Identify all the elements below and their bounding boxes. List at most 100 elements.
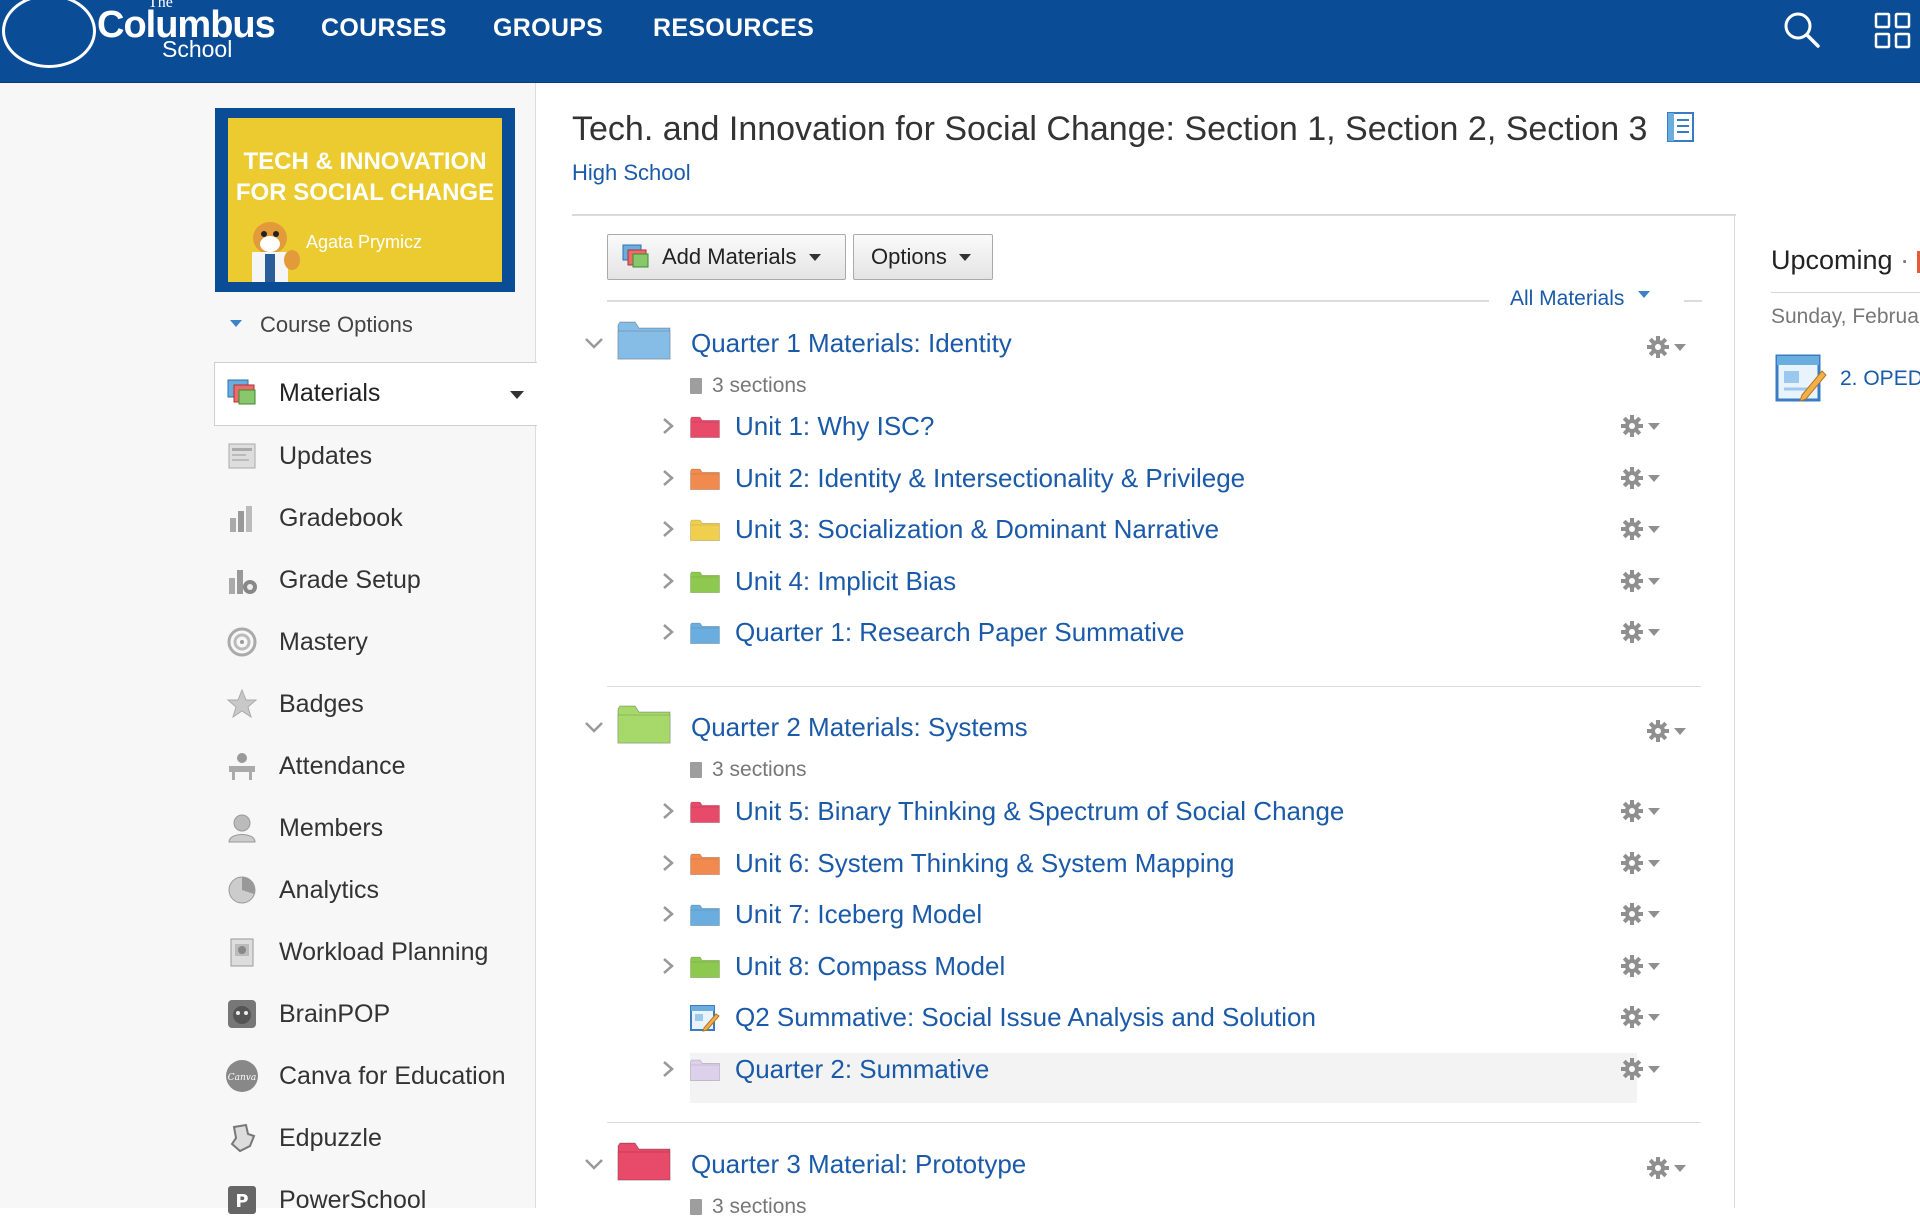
- sidebar-item-mastery[interactable]: Mastery: [225, 622, 368, 662]
- expand-chevron-right-icon[interactable]: [662, 623, 674, 641]
- unit-settings-gear-icon[interactable]: [1620, 1004, 1664, 1030]
- course-options-menu[interactable]: Course Options: [230, 312, 413, 338]
- expand-chevron-right-icon[interactable]: [662, 469, 674, 487]
- collapse-chevron-down-icon[interactable]: [584, 336, 603, 352]
- school-logo[interactable]: The Columbus School: [0, 0, 276, 82]
- upcoming-divider: [1771, 292, 1920, 293]
- unit-settings-gear-icon[interactable]: [1620, 798, 1664, 824]
- filter-caret-icon: [1638, 290, 1651, 298]
- assignment-icon: [1775, 354, 1827, 402]
- all-materials-filter[interactable]: All Materials: [1510, 287, 1651, 311]
- sidebar-item-members[interactable]: Members: [225, 808, 383, 848]
- expand-chevron-right-icon[interactable]: [662, 854, 674, 872]
- unit-title-link[interactable]: Quarter 1: Research Paper Summative: [735, 617, 1184, 648]
- sidebar-item-materials[interactable]: Materials: [225, 373, 380, 413]
- sidebar-item-updates[interactable]: Updates: [225, 436, 372, 476]
- unit-settings-gear-icon[interactable]: [1620, 568, 1664, 594]
- edpuzzle-icon: [225, 1121, 259, 1155]
- workload-planning-icon: [225, 935, 259, 969]
- brainpop-icon: [225, 997, 259, 1031]
- svg-text:P: P: [235, 1191, 248, 1212]
- nav-resources[interactable]: RESOURCES: [653, 14, 814, 43]
- upcoming-calendar-icon[interactable]: [1916, 250, 1920, 273]
- expand-chevron-right-icon[interactable]: [662, 802, 674, 820]
- sections-doc-icon: [690, 1199, 702, 1215]
- sidebar-item-gradebook[interactable]: Gradebook: [225, 498, 403, 538]
- add-materials-button[interactable]: Add Materials: [607, 234, 846, 280]
- powerschool-icon: P: [225, 1183, 259, 1217]
- unit-title-link[interactable]: Unit 2: Identity & Intersectionality & P…: [735, 463, 1245, 494]
- notebook-icon[interactable]: [1663, 110, 1697, 144]
- unit-settings-gear-icon[interactable]: [1620, 901, 1664, 927]
- unit-settings-gear-icon[interactable]: [1620, 516, 1664, 542]
- sidebar-item-analytics[interactable]: Analytics: [225, 870, 379, 910]
- quarter-settings-gear-icon[interactable]: [1646, 718, 1690, 744]
- unit-title-link[interactable]: Q2 Summative: Social Issue Analysis and …: [735, 1002, 1316, 1033]
- tiger-mascot-icon: [252, 222, 300, 282]
- unit-title-link[interactable]: Unit 5: Binary Thinking & Spectrum of So…: [735, 796, 1344, 827]
- expand-chevron-right-icon[interactable]: [662, 572, 674, 590]
- expand-chevron-right-icon[interactable]: [662, 905, 674, 923]
- sidebar-item-edpuzzle[interactable]: Edpuzzle: [225, 1118, 382, 1158]
- unit-settings-gear-icon[interactable]: [1620, 619, 1664, 645]
- quarter-sections-count: 3 sections: [690, 758, 807, 782]
- gradebook-icon: [225, 501, 259, 535]
- materials-caret-down-icon[interactable]: [509, 390, 525, 400]
- sidebar-item-workload-planning[interactable]: Workload Planning: [225, 932, 488, 972]
- unit-title-link[interactable]: Unit 4: Implicit Bias: [735, 566, 956, 597]
- quarter-separator: [607, 1122, 1701, 1123]
- quarter-settings-gear-icon[interactable]: [1646, 334, 1690, 360]
- unit-title-link[interactable]: Unit 3: Socialization & Dominant Narrati…: [735, 514, 1219, 545]
- sidebar-item-brainpop[interactable]: BrainPOP: [225, 994, 390, 1034]
- header-divider: [572, 214, 1736, 216]
- expand-chevron-right-icon[interactable]: [662, 957, 674, 975]
- unit-title-link[interactable]: Unit 1: Why ISC?: [735, 411, 934, 442]
- unit-folder-icon: [690, 415, 720, 439]
- sidebar-item-attendance[interactable]: Attendance: [225, 746, 406, 786]
- course-level-link[interactable]: High School: [572, 160, 691, 186]
- attendance-icon: [225, 749, 259, 783]
- sidebar-item-powerschool[interactable]: P PowerSchool: [225, 1180, 426, 1220]
- quarter-title-link[interactable]: Quarter 3 Material: Prototype: [691, 1149, 1026, 1180]
- nav-groups[interactable]: GROUPS: [493, 14, 603, 43]
- options-button[interactable]: Options: [853, 234, 993, 280]
- course-teacher-name: Agata Prymicz: [306, 232, 423, 252]
- unit-folder-icon: [690, 903, 720, 927]
- course-banner-title: TECH & INNOVATION FOR SOCIAL CHANGE: [235, 148, 495, 206]
- unit-settings-gear-icon[interactable]: [1620, 953, 1664, 979]
- expand-chevron-right-icon[interactable]: [662, 417, 674, 435]
- unit-folder-icon: [690, 621, 720, 645]
- collapse-chevron-down-icon[interactable]: [584, 720, 603, 736]
- expand-chevron-right-icon[interactable]: [662, 520, 674, 538]
- logo-school-text: School: [162, 36, 233, 62]
- unit-title-link[interactable]: Quarter 2: Summative: [735, 1054, 989, 1085]
- unit-title-link[interactable]: Unit 6: System Thinking & System Mapping: [735, 848, 1235, 879]
- apps-grid-icon[interactable]: [1874, 12, 1912, 50]
- unit-settings-gear-icon[interactable]: [1620, 850, 1664, 876]
- search-icon[interactable]: [1782, 10, 1822, 50]
- unit-title-link[interactable]: Unit 8: Compass Model: [735, 951, 1005, 982]
- sidebar-item-grade-setup[interactable]: Grade Setup: [225, 560, 421, 600]
- unit-settings-gear-icon[interactable]: [1620, 413, 1664, 439]
- sidebar-item-badges[interactable]: Badges: [225, 684, 364, 724]
- quarter-title-link[interactable]: Quarter 2 Materials: Systems: [691, 712, 1028, 743]
- upcoming-item-link[interactable]: 2. OPED: [1840, 367, 1920, 391]
- unit-folder-icon: [690, 1058, 720, 1082]
- unit-settings-gear-icon[interactable]: [1620, 465, 1664, 491]
- nav-courses[interactable]: COURSES: [321, 14, 447, 43]
- unit-title-link[interactable]: Unit 7: Iceberg Model: [735, 899, 982, 930]
- quarter-folder-icon: [617, 320, 671, 360]
- right-column-divider: [1734, 215, 1735, 1208]
- expand-chevron-right-icon[interactable]: [662, 1060, 674, 1078]
- quarter-settings-gear-icon[interactable]: [1646, 1155, 1690, 1181]
- sidebar-item-canva[interactable]: Canva Canva for Education: [225, 1056, 506, 1096]
- course-banner-image: TECH & INNOVATION FOR SOCIAL CHANGE Agat…: [215, 108, 515, 292]
- quarter-folder-icon: [617, 1141, 671, 1181]
- analytics-icon: [225, 873, 259, 907]
- unit-folder-icon: [690, 852, 720, 876]
- unit-settings-gear-icon[interactable]: [1620, 1056, 1664, 1082]
- collapse-chevron-down-icon[interactable]: [584, 1157, 603, 1173]
- updates-icon: [225, 439, 259, 473]
- quarter-title-link[interactable]: Quarter 1 Materials: Identity: [691, 328, 1012, 359]
- top-navigation-bar: The Columbus School COURSES GROUPS RESOU…: [0, 0, 1920, 83]
